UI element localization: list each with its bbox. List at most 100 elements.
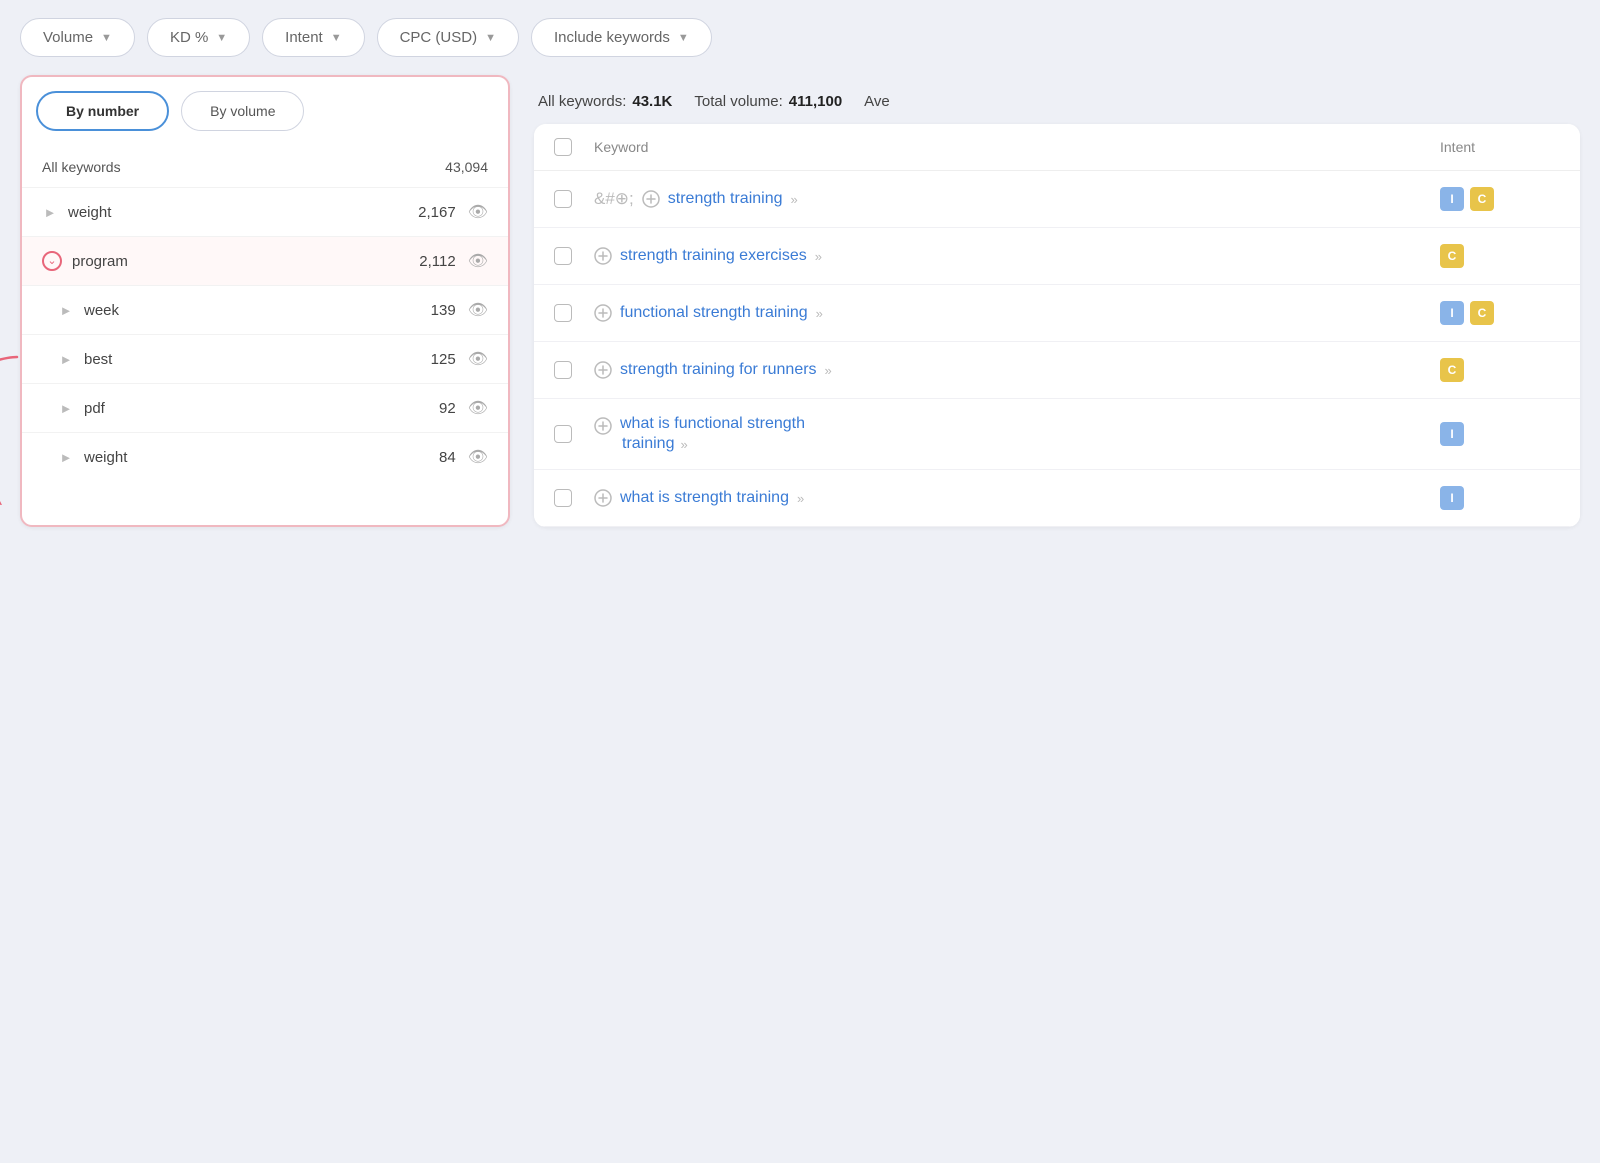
- eye-icon[interactable]: 👁: [468, 349, 488, 369]
- all-keywords-count: 43,094: [445, 159, 488, 175]
- eye-icon[interactable]: 👁: [468, 300, 488, 320]
- chevron-down-icon: ▼: [216, 32, 227, 44]
- expand-icon[interactable]: ►: [58, 450, 74, 465]
- intent-badges: C: [1440, 358, 1560, 382]
- keyword-count: 92: [439, 400, 456, 417]
- keyword-link-cont[interactable]: training: [622, 435, 674, 453]
- intent-badge-i: I: [1440, 422, 1464, 446]
- kd-filter-label: KD %: [170, 29, 208, 46]
- right-panel: All keywords: 43.1K Total volume: 411,10…: [510, 75, 1580, 527]
- keyword-link[interactable]: strength training: [668, 190, 783, 208]
- tab-by-volume[interactable]: By volume: [181, 91, 304, 131]
- list-item: ► weight 84 👁: [22, 432, 508, 481]
- collapse-icon[interactable]: ⌄: [42, 251, 62, 271]
- keyword-link[interactable]: strength training for runners: [620, 361, 817, 379]
- add-keyword-icon[interactable]: [594, 417, 612, 435]
- list-item-program: ⌄ program 2,112 👁: [22, 236, 508, 285]
- volume-filter-button[interactable]: Volume ▼: [20, 18, 135, 57]
- intent-badge-c: C: [1440, 244, 1464, 268]
- include-keywords-filter-button[interactable]: Include keywords ▼: [531, 18, 712, 57]
- eye-icon[interactable]: 👁: [468, 202, 488, 222]
- tab-switcher: By number By volume: [22, 77, 508, 141]
- keyword-count: 2,112: [419, 253, 455, 270]
- keyword-chevron-icon: »: [791, 192, 798, 207]
- table-row: &#⊕; strength training » I C: [534, 171, 1580, 228]
- keyword-chevron-icon: »: [825, 363, 832, 378]
- intent-badges: C: [1440, 244, 1560, 268]
- select-all-checkbox[interactable]: [554, 138, 572, 156]
- header-checkbox-cell: [554, 138, 594, 156]
- keyword-chevron-icon: »: [815, 249, 822, 264]
- keyword-column-header: Keyword: [594, 139, 1440, 155]
- expand-icon[interactable]: ►: [58, 401, 74, 416]
- intent-badge-i: I: [1440, 301, 1464, 325]
- chevron-down-icon: ▼: [331, 32, 342, 44]
- summary-row: All keywords: 43.1K Total volume: 411,10…: [534, 75, 1580, 124]
- table-row: strength training exercises » C: [534, 228, 1580, 285]
- table-row: functional strength training » I C: [534, 285, 1580, 342]
- row-checkbox[interactable]: [554, 304, 572, 322]
- row-checkbox[interactable]: [554, 361, 572, 379]
- keyword-chevron-icon: »: [797, 491, 804, 506]
- intent-badge-c: C: [1470, 187, 1494, 211]
- expand-icon[interactable]: ►: [58, 352, 74, 367]
- tab-by-number[interactable]: By number: [36, 91, 169, 131]
- add-keyword-icon[interactable]: [642, 190, 660, 208]
- add-keyword-icon[interactable]: [594, 361, 612, 379]
- keyword-link[interactable]: what is strength training: [620, 489, 789, 507]
- keyword-label: weight: [68, 204, 111, 221]
- add-keyword-icon[interactable]: &#⊕;: [594, 189, 634, 209]
- volume-filter-label: Volume: [43, 29, 93, 46]
- intent-column-header: Intent: [1440, 139, 1560, 155]
- eye-icon[interactable]: 👁: [468, 447, 488, 467]
- ave-label: Ave: [864, 93, 890, 110]
- table-row: what is functional strength training » I: [534, 399, 1580, 470]
- add-keyword-icon[interactable]: [594, 304, 612, 322]
- intent-filter-label: Intent: [285, 29, 323, 46]
- table-row: strength training for runners » C: [534, 342, 1580, 399]
- main-layout: By number By volume All keywords 43,094 …: [0, 75, 1600, 547]
- all-keywords-row: All keywords 43,094: [22, 141, 508, 187]
- keyword-link[interactable]: functional strength training: [620, 304, 808, 322]
- row-checkbox[interactable]: [554, 247, 572, 265]
- keyword-label: weight: [84, 449, 127, 466]
- eye-icon[interactable]: 👁: [468, 251, 488, 271]
- keyword-label: best: [84, 351, 112, 368]
- expand-icon[interactable]: ►: [58, 303, 74, 318]
- intent-badge-i: I: [1440, 187, 1464, 211]
- keyword-count: 84: [439, 449, 456, 466]
- total-volume-value: 411,100: [789, 93, 842, 110]
- eye-icon[interactable]: 👁: [468, 398, 488, 418]
- intent-filter-button[interactable]: Intent ▼: [262, 18, 364, 57]
- cpc-filter-label: CPC (USD): [400, 29, 478, 46]
- total-volume-label: Total volume:: [694, 93, 782, 110]
- list-item: ► week 139 👁: [22, 285, 508, 334]
- table-row: what is strength training » I: [534, 470, 1580, 527]
- include-keywords-filter-label: Include keywords: [554, 29, 670, 46]
- filter-bar: Volume ▼ KD % ▼ Intent ▼ CPC (USD) ▼ Inc…: [0, 0, 1600, 75]
- cpc-filter-button[interactable]: CPC (USD) ▼: [377, 18, 519, 57]
- keyword-label: pdf: [84, 400, 105, 417]
- row-checkbox[interactable]: [554, 489, 572, 507]
- row-checkbox[interactable]: [554, 190, 572, 208]
- intent-badge-c: C: [1470, 301, 1494, 325]
- expand-icon[interactable]: ►: [42, 205, 58, 220]
- intent-badges: I C: [1440, 187, 1560, 211]
- keyword-chevron-icon: »: [816, 306, 823, 321]
- keyword-list: All keywords 43,094 ► weight 2,167 👁 ⌄: [22, 141, 508, 481]
- keyword-label: program: [72, 253, 128, 270]
- list-item: ► best 125 👁: [22, 334, 508, 383]
- row-checkbox[interactable]: [554, 425, 572, 443]
- add-keyword-icon[interactable]: [594, 247, 612, 265]
- chevron-down-icon: ▼: [485, 32, 496, 44]
- keyword-label: week: [84, 302, 119, 319]
- left-panel: By number By volume All keywords 43,094 …: [20, 75, 510, 527]
- keyword-link[interactable]: strength training exercises: [620, 247, 807, 265]
- keyword-link[interactable]: what is functional strength: [620, 415, 805, 433]
- intent-badges: I: [1440, 486, 1560, 510]
- kd-filter-button[interactable]: KD % ▼: [147, 18, 250, 57]
- keyword-count: 139: [431, 302, 456, 319]
- intent-badge-c: C: [1440, 358, 1464, 382]
- add-keyword-icon[interactable]: [594, 489, 612, 507]
- keywords-table: Keyword Intent &#⊕; strength training »: [534, 124, 1580, 527]
